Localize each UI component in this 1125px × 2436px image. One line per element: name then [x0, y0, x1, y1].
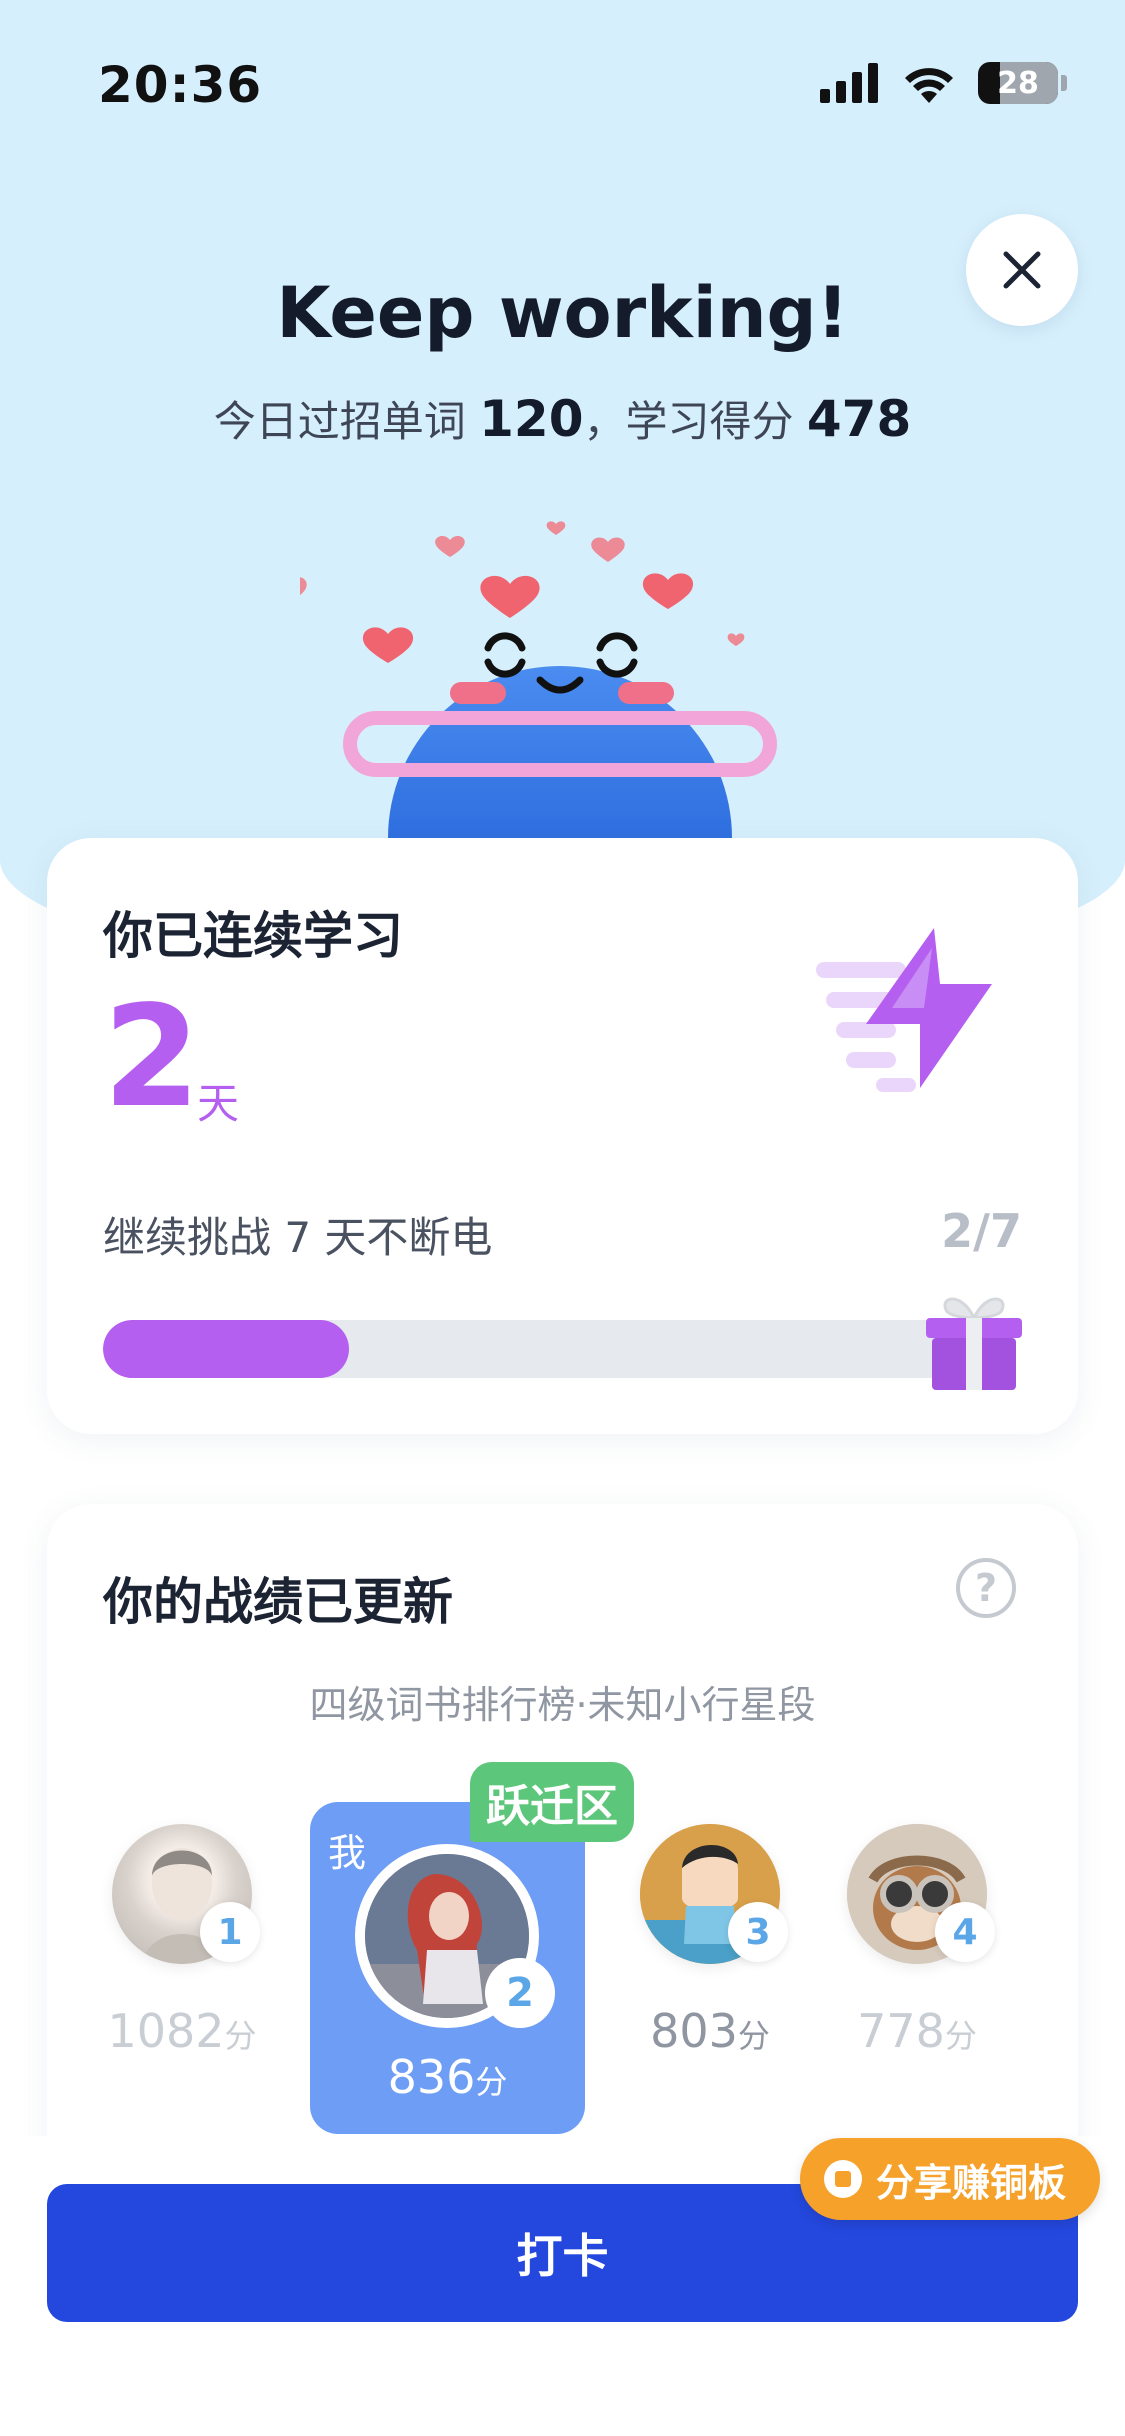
status-time: 20:36 [98, 56, 263, 114]
words-count: 120 [479, 390, 584, 448]
entry-score: 1082分 [92, 2004, 272, 2058]
leaderboard-entry-3[interactable]: 3 803分 [620, 1824, 800, 2058]
daily-summary: 今日过招单词 120，学习得分 478 [0, 388, 1125, 449]
leaderboard-entry-4[interactable]: 4 778分 [827, 1824, 1007, 2058]
study-score: 478 [806, 390, 912, 448]
battery-icon: 28 [978, 62, 1058, 104]
score-unit: 分 [475, 2063, 508, 2101]
my-rank-badge: 2 [485, 1958, 555, 2028]
lightning-icon [816, 928, 992, 1092]
my-leaderboard-entry[interactable]: 我 2 836分 [310, 1802, 585, 2134]
page-title: Keep working! [276, 272, 849, 354]
streak-title: 你已连续学习 [103, 907, 403, 965]
streak-progress-bar [103, 1320, 963, 1378]
battery-level: 28 [997, 65, 1039, 101]
score-unit: 分 [944, 2017, 977, 2055]
me-label: 我 [328, 1831, 367, 1875]
rank-badge: 3 [728, 1902, 788, 1962]
status-bar: 20:36 28 [0, 0, 1125, 170]
wifi-icon [905, 68, 953, 103]
streak-card: 你已连续学习 2 天 继续挑战 7 天不断电 2/7 [47, 838, 1078, 1434]
score-value: 803 [650, 2004, 738, 2058]
summary-prefix: 今日过招单词 [213, 397, 466, 446]
score-value: 836 [387, 2050, 476, 2104]
streak-progress-fill [103, 1320, 349, 1378]
score-unit: 分 [224, 2017, 257, 2055]
help-icon[interactable]: ? [956, 1558, 1016, 1618]
streak-unit: 天 [197, 1079, 240, 1128]
summary-middle: ，学习得分 [583, 397, 794, 446]
progress-text: 2/7 [941, 1204, 1022, 1258]
entry-score: 803分 [620, 2004, 800, 2058]
rank-badge: 4 [935, 1902, 995, 1962]
signal-icon [820, 63, 878, 103]
leaderboard-entry-1[interactable]: 1 1082分 [92, 1824, 272, 2058]
status-icons: 28 [820, 62, 1067, 104]
rank-badge: 1 [200, 1902, 260, 1962]
share-label: 分享赚铜板 [876, 2160, 1067, 2205]
planet-mascot [300, 521, 777, 838]
streak-days: 2 [103, 976, 201, 1139]
gift-icon[interactable] [922, 1288, 1026, 1392]
coin-icon [824, 2160, 862, 2198]
score-value: 778 [857, 2004, 945, 2058]
entry-score: 778分 [827, 2004, 1007, 2058]
share-earn-button[interactable]: 分享赚铜板 [800, 2138, 1100, 2220]
battery-tip [1061, 75, 1067, 91]
score-value: 1082 [107, 2004, 225, 2058]
leaderboard-name: 四级词书排行榜·未知小行星段 [309, 1683, 816, 1727]
score-unit: 分 [737, 2017, 770, 2055]
my-score: 836分 [310, 2050, 585, 2104]
challenge-text: 继续挑战 7 天不断电 [103, 1213, 493, 1262]
ranking-title: 你的战绩已更新 [103, 1573, 453, 1631]
promotion-zone-tag: 跃迁区 [470, 1762, 634, 1842]
